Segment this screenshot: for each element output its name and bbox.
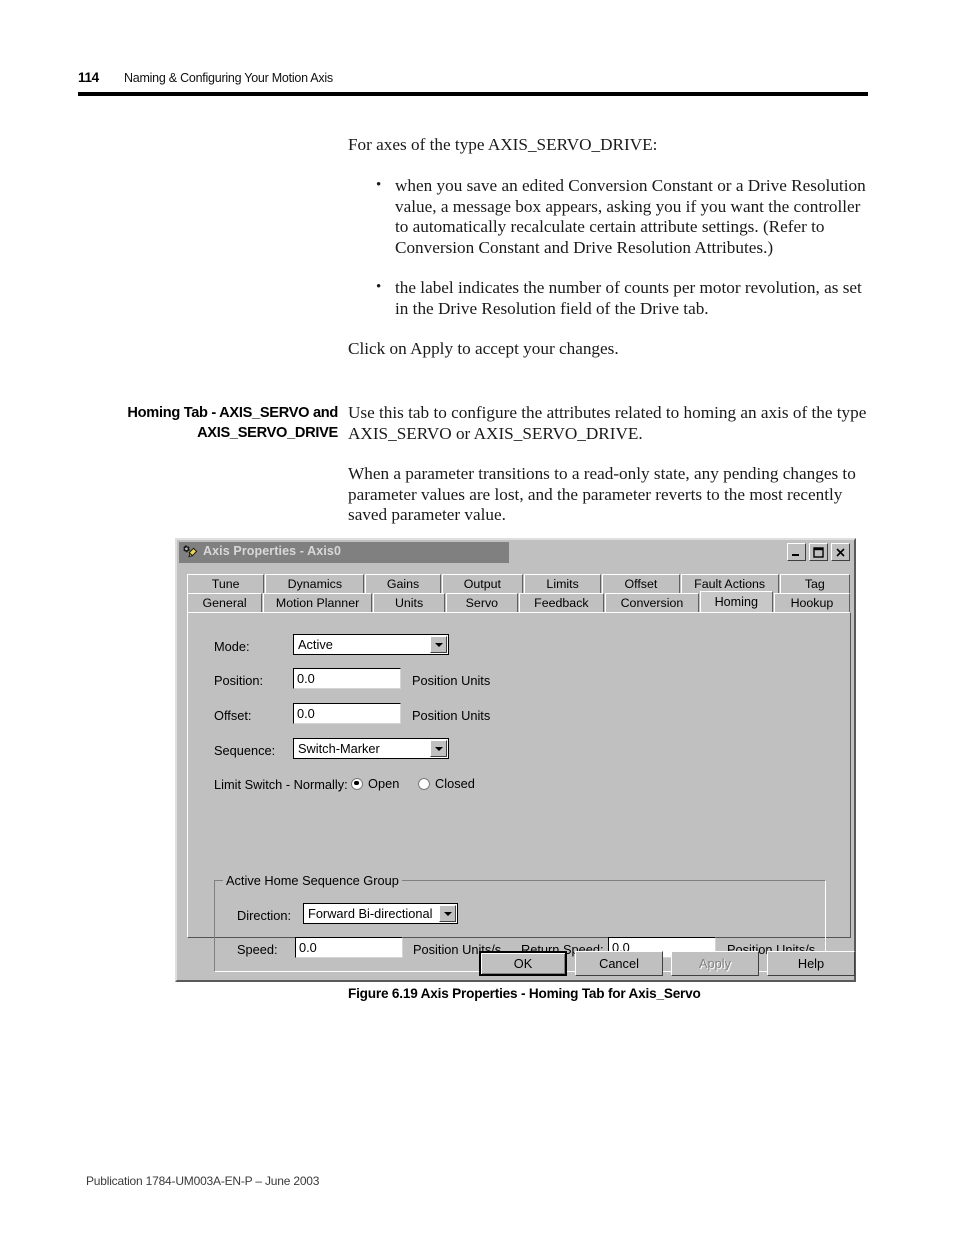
sequence-label: Sequence: bbox=[214, 743, 276, 758]
radio-open[interactable]: Open bbox=[351, 776, 399, 791]
tab-units[interactable]: Units bbox=[372, 593, 446, 612]
sequence-value: Switch-Marker bbox=[298, 741, 380, 756]
section-heading: Homing Tab - AXIS_SERVO and AXIS_SERVO_D… bbox=[127, 405, 338, 441]
figure-caption: Figure 6.19 Axis Properties - Homing Tab… bbox=[348, 986, 701, 1001]
list-item-text: when you save an edited Conversion Const… bbox=[395, 176, 866, 257]
dialog-title: Axis Properties - Axis0 bbox=[203, 544, 342, 558]
list-item: • the label indicates the number of coun… bbox=[374, 278, 870, 319]
apply-instruction: Click on Apply to accept your changes. bbox=[348, 339, 619, 358]
tab-output[interactable]: Output bbox=[441, 574, 523, 593]
mode-value: Active bbox=[298, 637, 333, 652]
group-title: Active Home Sequence Group bbox=[223, 873, 402, 888]
direction-label: Direction: bbox=[237, 908, 292, 923]
intro-paragraph: For axes of the type AXIS_SERVO_DRIVE: bbox=[348, 135, 658, 154]
tab-offset[interactable]: Offset bbox=[602, 574, 680, 593]
minimize-button[interactable] bbox=[787, 543, 806, 561]
radio-open-indicator[interactable] bbox=[351, 777, 363, 790]
axis-properties-dialog: Axis Properties - Axis0 Tune Dynamics Ga… bbox=[175, 538, 856, 982]
limit-switch-label: Limit Switch - Normally: bbox=[214, 777, 348, 792]
radio-closed-label: Closed bbox=[435, 776, 475, 791]
offset-label: Offset: bbox=[214, 708, 252, 723]
offset-input[interactable]: 0.0 bbox=[293, 703, 401, 724]
page-footer: Publication 1784-UM003A-EN-P – June 2003 bbox=[86, 1174, 320, 1188]
paragraph-two: When a parameter transitions to a read-o… bbox=[348, 464, 856, 525]
tab-row-bottom: General Motion Planner Units Servo Feedb… bbox=[187, 591, 851, 612]
tab-tag[interactable]: Tag bbox=[779, 574, 850, 593]
dialog-titlebar[interactable]: Axis Properties - Axis0 bbox=[179, 542, 852, 563]
page-header: 114 Naming & Configuring Your Motion Axi… bbox=[78, 68, 868, 104]
offset-units-label: Position Units bbox=[412, 708, 491, 723]
tab-motion-planner[interactable]: Motion Planner bbox=[263, 593, 372, 612]
tab-limits[interactable]: Limits bbox=[523, 574, 602, 593]
gear-tag-icon bbox=[182, 544, 199, 561]
position-input[interactable]: 0.0 bbox=[293, 668, 401, 689]
mode-select[interactable]: Active bbox=[293, 634, 449, 655]
tab-feedback[interactable]: Feedback bbox=[518, 593, 605, 612]
apply-button[interactable]: Apply bbox=[671, 951, 759, 976]
bullet-list: • when you save an edited Conversion Con… bbox=[374, 176, 870, 340]
header-rule bbox=[78, 92, 868, 96]
tab-gains[interactable]: Gains bbox=[365, 574, 441, 593]
maximize-button[interactable] bbox=[809, 543, 828, 561]
list-item-text: the label indicates the number of counts… bbox=[395, 278, 862, 318]
direction-value: Forward Bi-directional bbox=[308, 906, 433, 921]
direction-select[interactable]: Forward Bi-directional bbox=[303, 903, 458, 924]
tab-strip: Tune Dynamics Gains Output Limits Offset… bbox=[187, 574, 851, 612]
tab-hookup[interactable]: Hookup bbox=[773, 593, 850, 612]
position-label: Position: bbox=[214, 673, 264, 688]
help-button[interactable]: Help bbox=[767, 951, 855, 976]
homing-tab-panel: Mode: Active Position: 0.0 Position Unit… bbox=[187, 612, 851, 972]
close-icon[interactable] bbox=[831, 543, 850, 561]
bullet-glyph: • bbox=[376, 177, 382, 193]
sequence-select[interactable]: Switch-Marker bbox=[293, 738, 449, 759]
tab-general[interactable]: General bbox=[187, 593, 263, 612]
tab-tune[interactable]: Tune bbox=[187, 574, 265, 593]
paragraph-one: Use this tab to configure the attributes… bbox=[348, 403, 867, 443]
tab-homing[interactable]: Homing bbox=[699, 591, 773, 612]
chevron-down-icon[interactable] bbox=[430, 740, 447, 757]
position-units-label: Position Units bbox=[412, 673, 491, 688]
radio-open-label: Open bbox=[368, 776, 400, 791]
tab-conversion[interactable]: Conversion bbox=[605, 593, 699, 612]
page-number: 114 bbox=[78, 70, 99, 85]
mode-label: Mode: bbox=[214, 639, 250, 654]
chevron-down-icon[interactable] bbox=[430, 636, 447, 653]
bullet-glyph: • bbox=[376, 279, 382, 296]
dialog-button-row: OK Cancel Apply Help bbox=[177, 946, 855, 980]
tab-servo[interactable]: Servo bbox=[446, 593, 518, 612]
ok-button[interactable]: OK bbox=[479, 951, 567, 976]
chevron-down-icon[interactable] bbox=[439, 905, 456, 922]
tab-dynamics[interactable]: Dynamics bbox=[265, 574, 365, 593]
radio-closed[interactable]: Closed bbox=[418, 776, 475, 791]
radio-closed-indicator[interactable] bbox=[418, 777, 430, 790]
running-head-title: Naming & Configuring Your Motion Axis bbox=[124, 71, 333, 85]
cancel-button[interactable]: Cancel bbox=[575, 951, 663, 976]
list-item: • when you save an edited Conversion Con… bbox=[374, 176, 870, 258]
